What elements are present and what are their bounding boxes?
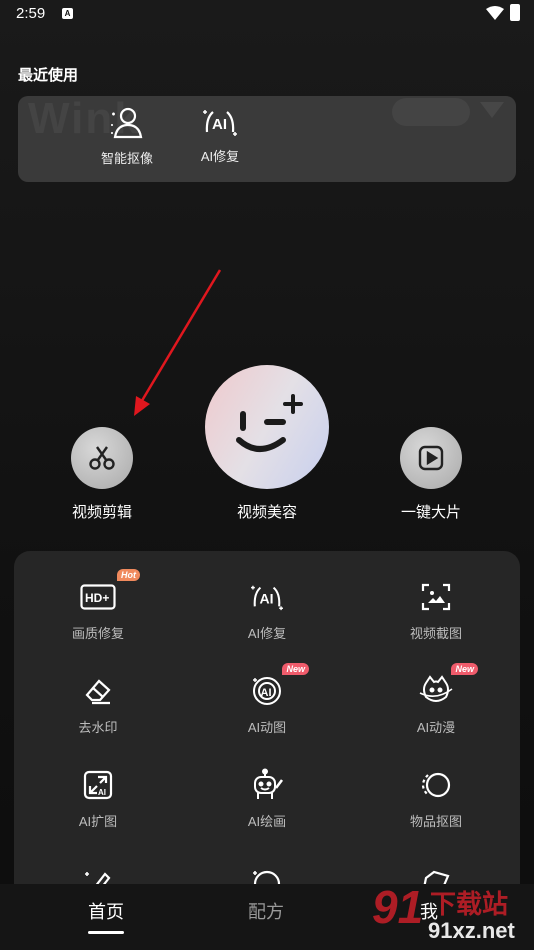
tool-label: 视频截图 (409, 626, 462, 641)
one-click-movie-label: 一键大片 (400, 504, 461, 521)
tool-ai-expand[interactable]: AI AI扩图 (38, 765, 158, 830)
tool-object-cutout[interactable]: 物品抠图 (376, 765, 496, 830)
status-time: 2:59 (16, 5, 46, 22)
video-edit-button[interactable]: 视频剪辑 (52, 427, 152, 522)
tool-remove-watermark[interactable]: 去水印 (38, 671, 158, 736)
ai-expand-icon: AI (83, 770, 113, 800)
status-bar: 2:59 A (0, 0, 534, 30)
site-watermark: 91 下载站 91xz.net (370, 878, 530, 948)
gem-icon (480, 102, 504, 118)
watermark-digits: 91 (372, 881, 424, 933)
scissors-icon (89, 446, 115, 470)
video-edit-label: 视频剪辑 (71, 504, 132, 521)
tools-panel: HD+ Hot 画质修复 AI AI修复 视频截图 去水印 AI New AI动… (14, 551, 520, 891)
tab-recipes[interactable]: 配方 (248, 898, 284, 924)
tool-label: 物品抠图 (409, 814, 462, 829)
pill-shape (392, 98, 470, 126)
ai-sparkle-icon: AI (251, 585, 283, 611)
person-cutout-icon (111, 107, 143, 139)
tool-video-screenshot[interactable]: 视频截图 (376, 577, 496, 642)
new-badge: New (282, 663, 309, 675)
svg-text:AI: AI (212, 116, 227, 133)
recent-item-label: 智能抠像 (100, 151, 153, 166)
tool-ai-motion[interactable]: AI New AI动图 (207, 663, 327, 736)
eraser-icon (85, 679, 111, 705)
recent-item-label: AI修复 (200, 149, 240, 164)
ai-sparkle-icon: AI (203, 110, 237, 136)
ai-motion-icon: AI (253, 677, 281, 705)
one-click-movie-button[interactable]: 一键大片 (381, 427, 481, 522)
tool-label: AI绘画 (247, 814, 287, 829)
tool-label: 画质修复 (71, 626, 124, 641)
tool-ai-anime[interactable]: New AI动漫 (376, 663, 496, 736)
play-square-icon (418, 445, 444, 471)
hot-badge: Hot (117, 569, 140, 581)
tool-ai-paint[interactable]: AI绘画 (207, 765, 327, 830)
sim-icon: A (62, 8, 73, 19)
tool-label: 去水印 (78, 720, 118, 735)
tool-label: AI扩图 (78, 814, 118, 829)
video-beauty-label: 视频美容 (236, 504, 297, 521)
tool-label: AI动图 (247, 720, 287, 735)
ai-anime-icon (419, 675, 453, 702)
svg-text:AI: AI (98, 788, 106, 797)
hd-plus-icon: HD+ (80, 584, 116, 610)
video-beauty-button[interactable]: 视频美容 (196, 365, 338, 522)
tool-label: AI动漫 (416, 720, 456, 735)
wink-face-icon (236, 394, 303, 452)
tool-ai-repair[interactable]: AI AI修复 (207, 577, 327, 642)
recent-card: Wink 智能抠像 AI AI修复 (18, 96, 516, 182)
watermark-url: 91xz.net (428, 918, 515, 943)
ai-paint-icon (254, 768, 284, 799)
svg-text:AI: AI (260, 591, 274, 607)
new-badge: New (451, 663, 478, 675)
tool-label: AI修复 (247, 626, 287, 641)
battery-icon (510, 4, 520, 21)
svg-text:HD+: HD+ (85, 591, 109, 605)
tool-hd-repair[interactable]: HD+ Hot 画质修复 (38, 569, 158, 642)
watermark-text: 下载站 (430, 889, 509, 919)
frame-capture-icon (421, 583, 451, 611)
svg-text:AI: AI (261, 687, 272, 699)
recent-section-title: 最近使用 (18, 67, 79, 84)
wifi-icon (486, 6, 504, 20)
recent-item-ai-repair[interactable]: AI AI修复 (175, 106, 265, 165)
object-cutout-icon (421, 772, 451, 798)
tab-home[interactable]: 首页 (88, 898, 124, 934)
recent-item-cutout[interactable]: 智能抠像 (82, 106, 172, 167)
